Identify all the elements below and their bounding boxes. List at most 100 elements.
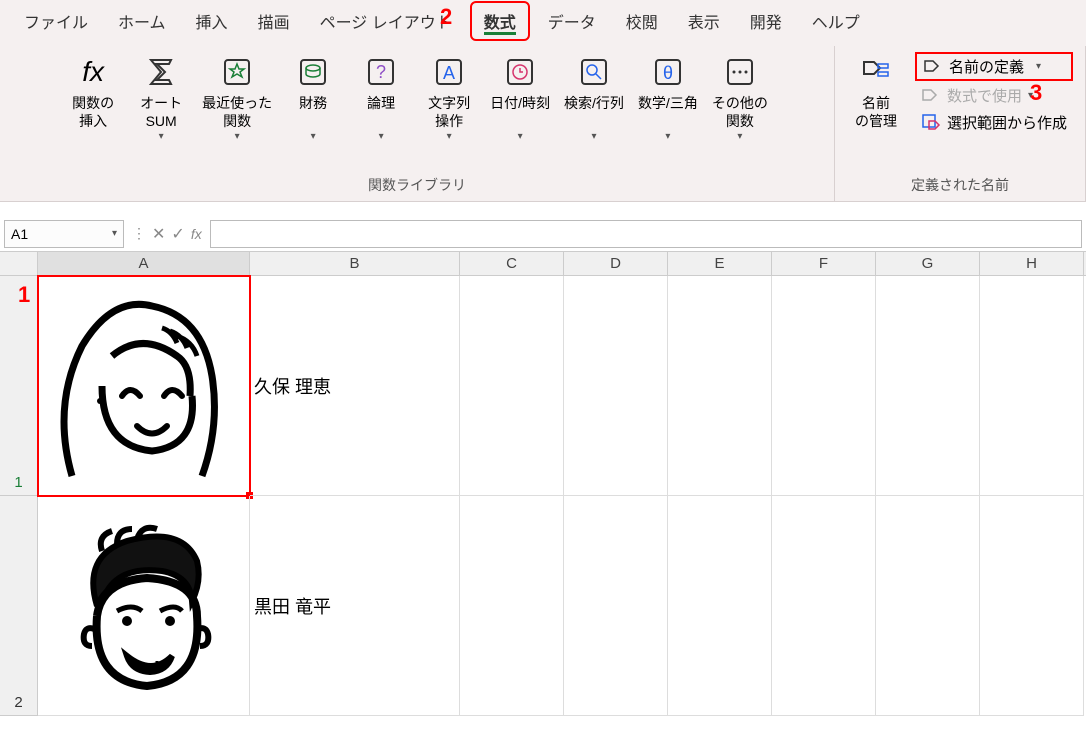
create-from-selection-button[interactable]: 選択範囲から作成 — [915, 110, 1073, 135]
svg-text:θ: θ — [663, 63, 673, 83]
col-header-g[interactable]: G — [876, 252, 980, 275]
cell-f1[interactable] — [772, 276, 876, 496]
svg-text:?: ? — [376, 62, 386, 82]
tab-formulas[interactable]: 数式 — [470, 1, 530, 41]
callout-1: 1 — [18, 282, 30, 308]
search-book-icon — [576, 54, 612, 90]
dots-icon: ⋮ — [132, 225, 146, 242]
lookup-label: 検索/行列 — [564, 94, 624, 112]
chevron-down-icon: ▾ — [447, 130, 452, 143]
tab-developer[interactable]: 開発 — [738, 3, 794, 39]
chevron-down-icon: ▾ — [112, 228, 117, 239]
cell-e2[interactable] — [668, 496, 772, 716]
function-library-group-label: 関数ライブラリ — [368, 171, 466, 195]
text-label: 文字列 操作 — [428, 94, 470, 130]
star-book-icon — [219, 54, 255, 90]
sigma-icon — [143, 54, 179, 90]
cell-e1[interactable] — [668, 276, 772, 496]
theta-book-icon: θ — [650, 54, 686, 90]
svg-text:A: A — [443, 63, 455, 83]
col-header-d[interactable]: D — [564, 252, 668, 275]
text-button[interactable]: A 文字列 操作▾ — [418, 50, 480, 147]
define-name-button[interactable]: 名前の定義 ▾ — [915, 52, 1073, 81]
cell-h1[interactable] — [980, 276, 1084, 496]
autosum-button[interactable]: オート SUM▾ — [130, 50, 192, 147]
name-box[interactable]: A1 ▾ — [4, 220, 124, 248]
define-name-label: 名前の定義 — [949, 56, 1024, 77]
name-manager-button[interactable]: 名前 の管理 — [845, 50, 907, 134]
tag-icon — [923, 57, 943, 77]
tag-list-icon — [858, 54, 894, 90]
callout-2: 2 — [440, 4, 452, 30]
cell-g2[interactable] — [876, 496, 980, 716]
illustration-woman-icon — [42, 286, 242, 486]
create-from-sel-label: 選択範囲から作成 — [947, 112, 1067, 133]
enter-icon[interactable]: ✓ — [171, 224, 184, 244]
tab-insert[interactable]: 挿入 — [184, 3, 240, 39]
cancel-icon[interactable]: ✕ — [152, 224, 165, 244]
formula-bar: A1 ▾ ⋮ ✕ ✓ fx — [0, 216, 1086, 252]
financial-button[interactable]: 財務▾ — [282, 50, 344, 147]
dots-book-icon — [722, 54, 758, 90]
morefn-label: その他の 関数 — [712, 94, 768, 130]
chevron-down-icon: ▾ — [591, 130, 596, 143]
morefn-button[interactable]: その他の 関数▾ — [708, 50, 772, 147]
col-header-h[interactable]: H — [980, 252, 1084, 275]
spreadsheet-grid: A B C D E F G H 1 久保 — [0, 252, 1086, 716]
col-header-f[interactable]: F — [772, 252, 876, 275]
defined-names-group-label: 定義された名前 — [911, 171, 1009, 195]
cell-d2[interactable] — [564, 496, 668, 716]
chevron-down-icon: ▾ — [1036, 61, 1041, 72]
col-header-b[interactable]: B — [250, 252, 460, 275]
tab-file[interactable]: ファイル — [12, 3, 100, 39]
cell-b1[interactable]: 久保 理恵 — [250, 276, 460, 496]
row-header-2[interactable]: 2 — [0, 496, 38, 716]
cell-a2[interactable] — [38, 496, 250, 716]
logical-label: 論理 — [367, 94, 395, 112]
name-manager-label: 名前 の管理 — [855, 94, 897, 130]
logical-button[interactable]: ? 論理 ▾ — [350, 50, 412, 147]
col-header-c[interactable]: C — [460, 252, 564, 275]
col-header-e[interactable]: E — [668, 252, 772, 275]
tab-help[interactable]: ヘルプ — [800, 3, 872, 39]
tab-draw[interactable]: 描画 — [246, 3, 302, 39]
tab-home[interactable]: ホーム — [106, 3, 178, 39]
col-header-a[interactable]: A — [38, 252, 250, 275]
financial-label: 財務 — [299, 94, 327, 112]
chevron-down-icon: ▾ — [737, 130, 742, 143]
chevron-down-icon: ▾ — [379, 130, 384, 143]
callout-3: 3 — [1030, 80, 1042, 106]
coins-book-icon — [295, 54, 331, 90]
tab-data[interactable]: データ — [536, 3, 608, 39]
chevron-down-icon: ▾ — [665, 130, 670, 143]
illustration-man-icon — [42, 506, 242, 706]
insert-function-label: 関数の 挿入 — [72, 94, 114, 130]
lookup-button[interactable]: 検索/行列 ▾ — [560, 50, 628, 147]
mathtrig-button[interactable]: θ 数学/三角▾ — [634, 50, 702, 147]
tab-view[interactable]: 表示 — [676, 3, 732, 39]
cell-f2[interactable] — [772, 496, 876, 716]
use-in-formula-button: 数式で使用 ▾ — [915, 83, 1073, 108]
select-all-corner[interactable] — [0, 252, 38, 275]
cell-g1[interactable] — [876, 276, 980, 496]
row-header-1[interactable]: 1 — [0, 276, 38, 496]
chevron-down-icon: ▾ — [518, 130, 523, 143]
cell-b2[interactable]: 黒田 竜平 — [250, 496, 460, 716]
recent-functions-button[interactable]: 最近使った 関数▾ — [198, 50, 276, 147]
range-tag-icon — [921, 113, 941, 133]
cell-b2-value: 黒田 竜平 — [254, 593, 331, 619]
formula-input[interactable] — [210, 220, 1082, 248]
cell-h2[interactable] — [980, 496, 1084, 716]
tag-fx-icon — [921, 86, 941, 106]
cell-c1[interactable] — [460, 276, 564, 496]
tab-review[interactable]: 校閲 — [614, 3, 670, 39]
datetime-button[interactable]: 日付/時刻▾ — [486, 50, 554, 147]
fx-icon[interactable]: fx — [191, 226, 202, 242]
recent-label: 最近使った 関数 — [202, 94, 272, 130]
clock-book-icon — [502, 54, 538, 90]
cell-c2[interactable] — [460, 496, 564, 716]
cell-a1[interactable] — [38, 276, 250, 496]
insert-function-button[interactable]: fx 関数の 挿入 — [62, 50, 124, 134]
cell-d1[interactable] — [564, 276, 668, 496]
cell-b1-value: 久保 理恵 — [254, 373, 331, 399]
